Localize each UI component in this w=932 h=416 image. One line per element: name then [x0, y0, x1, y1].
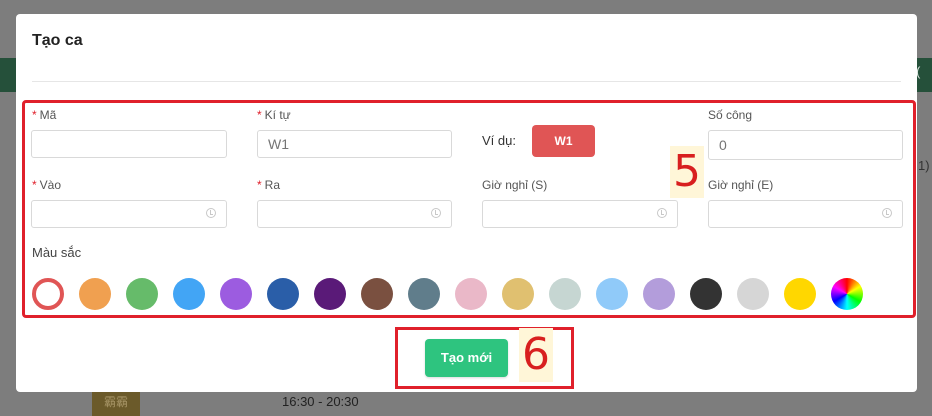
create-button[interactable]: Tạo mới — [425, 339, 508, 377]
example-badge: W1 — [532, 125, 595, 157]
color-swatch[interactable] — [79, 278, 111, 310]
color-swatch[interactable] — [220, 278, 252, 310]
ma-input[interactable] — [31, 130, 227, 158]
gio-nghi-e-label: Giờ nghỉ (E) — [708, 178, 774, 192]
create-shift-modal: Tạo ca *Mã *Kí tự Ví dụ: W1 Số công *Vào… — [16, 14, 917, 392]
background-text: 1) — [918, 158, 930, 173]
color-swatch[interactable] — [643, 278, 675, 310]
color-swatch[interactable] — [32, 278, 64, 310]
gio-nghi-s-time-picker[interactable] — [482, 200, 678, 228]
ra-label: * Ra — [257, 178, 281, 192]
color-section-label: Màu sắc — [32, 245, 82, 260]
so-cong-label: Số công — [708, 108, 753, 122]
color-swatch[interactable] — [784, 278, 816, 310]
color-swatch[interactable] — [690, 278, 722, 310]
color-swatch[interactable] — [737, 278, 769, 310]
divider — [32, 81, 901, 82]
annotation-number-6: 6 — [519, 328, 553, 382]
color-swatch[interactable] — [408, 278, 440, 310]
ra-time-picker[interactable] — [257, 200, 452, 228]
color-swatch[interactable] — [549, 278, 581, 310]
vao-label: * Vào — [32, 178, 62, 192]
gio-nghi-s-label: Giờ nghỉ (S) — [482, 178, 548, 192]
gio-nghi-e-time-picker[interactable] — [708, 200, 903, 228]
color-swatch[interactable] — [596, 278, 628, 310]
color-swatch[interactable] — [831, 278, 863, 310]
color-swatch[interactable] — [361, 278, 393, 310]
ki-tu-label: * Kí tự — [257, 108, 291, 122]
ki-tu-input[interactable] — [257, 130, 452, 158]
color-swatch[interactable] — [314, 278, 346, 310]
clock-icon — [206, 208, 216, 218]
color-swatch[interactable] — [502, 278, 534, 310]
vao-time-picker[interactable] — [31, 200, 227, 228]
color-swatch[interactable] — [455, 278, 487, 310]
example-label: Ví dụ: — [482, 133, 516, 148]
color-swatch[interactable] — [173, 278, 205, 310]
ma-label: * Mã — [32, 108, 57, 122]
clock-icon — [657, 208, 667, 218]
annotation-number-5: 5 — [670, 146, 704, 198]
color-swatch[interactable] — [267, 278, 299, 310]
background-tag: 霸霸 — [92, 388, 140, 416]
clock-icon — [882, 208, 892, 218]
background-time: 16:30 - 20:30 — [282, 394, 359, 409]
modal-title: Tạo ca — [32, 32, 83, 49]
color-swatch[interactable] — [126, 278, 158, 310]
so-cong-input[interactable] — [708, 130, 903, 160]
clock-icon — [431, 208, 441, 218]
